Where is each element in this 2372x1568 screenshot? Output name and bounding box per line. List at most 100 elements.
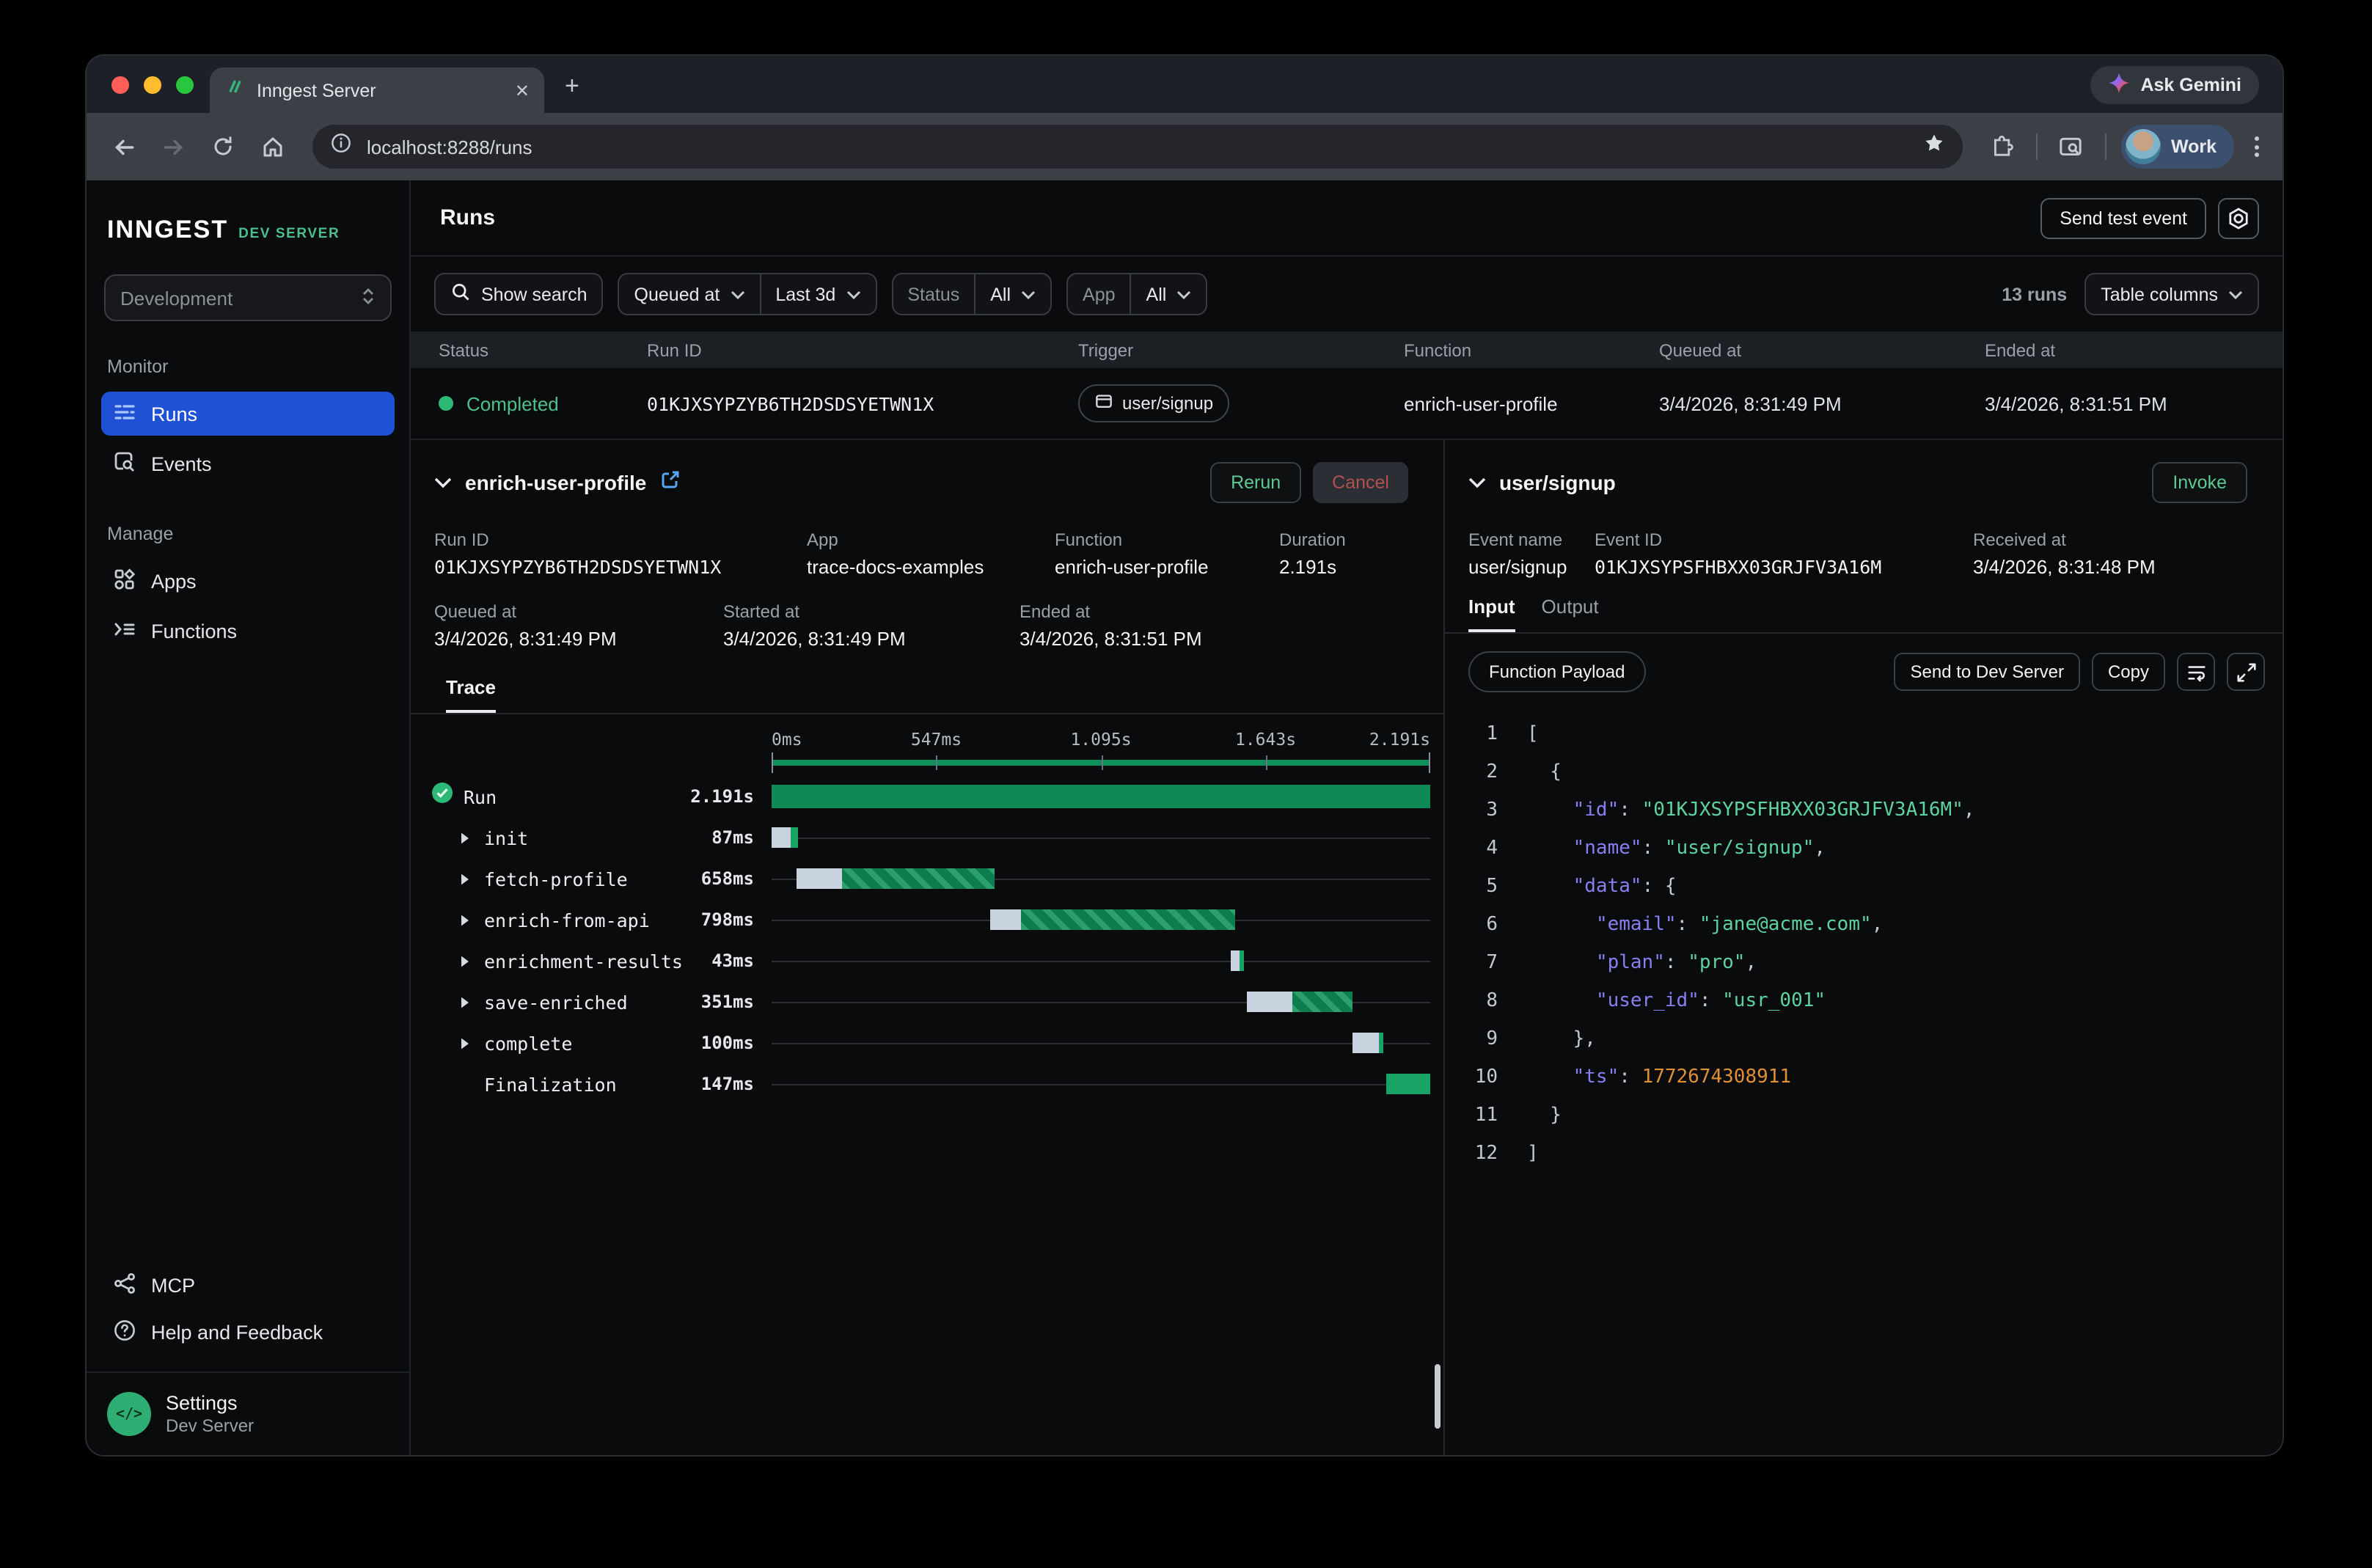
queued-at-label: Queued at (634, 284, 720, 304)
scrollbar-thumb[interactable] (1435, 1364, 1441, 1429)
send-test-event-button[interactable]: Send test event (2040, 197, 2206, 238)
sidebar-item-runs[interactable]: Runs (101, 392, 395, 436)
trigger-pill[interactable]: user/signup (1078, 384, 1229, 422)
url-text[interactable]: localhost:8288/runs (367, 136, 1908, 158)
sidebar-item-label: Apps (151, 570, 197, 592)
time-range-filter-button[interactable]: Last 3d (759, 274, 875, 314)
run-segment (1240, 950, 1244, 971)
home-icon[interactable] (254, 128, 292, 166)
run-segment (1292, 992, 1352, 1012)
trace-row-enrich-from-api[interactable]: enrich-from-api798ms (428, 899, 1430, 940)
code-line: 4 "name": "user/signup", (1445, 830, 2283, 868)
trace-row-enrichment-results[interactable]: enrichment-results43ms (428, 940, 1430, 981)
browser-menu-icon[interactable] (2249, 136, 2265, 157)
new-tab-button[interactable]: + (565, 73, 579, 98)
trace-row-run[interactable]: Run2.191s (428, 776, 1430, 817)
settings-gear-button[interactable] (2218, 197, 2259, 238)
trace-step-duration: 2.191s (690, 786, 772, 807)
reload-icon[interactable] (204, 128, 242, 166)
expand-arrow-icon[interactable] (459, 913, 474, 926)
url-bar[interactable]: localhost:8288/runs (312, 125, 1963, 169)
sidebar: INNGEST DEV SERVER Development Monitor R… (87, 180, 411, 1455)
app-filter: App All (1066, 273, 1207, 315)
trace-bar-track (772, 776, 1430, 817)
expand-arrow-icon[interactable] (459, 1036, 474, 1049)
queue-segment (990, 909, 1020, 930)
tab-output[interactable]: Output (1542, 596, 1599, 632)
chevron-down-icon (2228, 290, 2243, 298)
forward-icon[interactable] (154, 128, 192, 166)
expand-arrow-icon[interactable] (459, 995, 474, 1008)
collapse-chevron-icon[interactable] (1468, 469, 1486, 496)
collapse-chevron-icon[interactable] (434, 469, 452, 496)
queued-at-filter-button[interactable]: Queued at (620, 274, 760, 314)
environment-select[interactable]: Development (104, 274, 392, 321)
line-number: 11 (1445, 1097, 1498, 1135)
sidebar-item-functions[interactable]: Functions (101, 609, 395, 653)
run-segment (1379, 1033, 1383, 1053)
tab-input[interactable]: Input (1468, 596, 1515, 632)
sidebar-item-apps[interactable]: Apps (101, 559, 395, 603)
ended-value: 3/4/2026, 8:31:51 PM (1020, 628, 1443, 650)
sidebar-item-label: Events (151, 453, 212, 475)
app-link[interactable]: trace-docs-examples (807, 556, 1055, 578)
function-link[interactable]: enrich-user-profile (1055, 556, 1279, 578)
show-search-button[interactable]: Show search (434, 273, 604, 315)
sidebar-item-events[interactable]: Events (101, 442, 395, 486)
trace-step-name: enrich-from-api (484, 909, 650, 931)
code-line: 2 { (1445, 754, 2283, 792)
rerun-button[interactable]: Rerun (1210, 462, 1301, 503)
function-payload-pill[interactable]: Function Payload (1468, 651, 1645, 692)
expand-arrow-icon[interactable] (459, 831, 474, 844)
close-window-button[interactable] (111, 76, 129, 94)
status-check-icon (431, 782, 453, 811)
invoke-button[interactable]: Invoke (2152, 462, 2247, 503)
trace-step-duration: 658ms (701, 868, 772, 889)
line-number: 10 (1445, 1059, 1498, 1097)
line-number: 2 (1445, 754, 1498, 792)
events-icon (113, 450, 136, 477)
table-row[interactable]: Completed 01KJXSYPZYB6TH2DSDSYETWN1X use… (411, 368, 2283, 440)
trace-row-fetch-profile[interactable]: fetch-profile658ms (428, 858, 1430, 899)
trace-row-save-enriched[interactable]: save-enriched351ms (428, 981, 1430, 1022)
line-number: 1 (1445, 716, 1498, 754)
app-filter-button[interactable]: All (1130, 274, 1207, 314)
bookmark-star-icon[interactable] (1923, 132, 1945, 161)
send-to-dev-server-button[interactable]: Send to Dev Server (1895, 653, 2080, 691)
cancel-button[interactable]: Cancel (1313, 462, 1408, 503)
extensions-icon[interactable] (1983, 128, 2021, 166)
payload-code-editor[interactable]: 1[2 {3 "id": "01KJXSYPSFHBXX03GRJFV3A16M… (1445, 707, 2283, 1188)
minimize-window-button[interactable] (144, 76, 161, 94)
tab-close-icon[interactable]: ✕ (515, 80, 530, 100)
main-content: Runs Send test event Show search (411, 180, 2283, 1455)
word-wrap-button[interactable] (2177, 653, 2215, 691)
maximize-window-button[interactable] (176, 76, 194, 94)
trace-row-finalization[interactable]: Finalization147ms (428, 1063, 1430, 1104)
copy-button[interactable]: Copy (2092, 653, 2165, 691)
expand-fullscreen-button[interactable] (2227, 653, 2265, 691)
status-filter: Status All (891, 273, 1052, 315)
table-columns-button[interactable]: Table columns (2084, 273, 2259, 315)
ended-label: Ended at (1020, 601, 1443, 622)
sidebar-item-mcp[interactable]: MCP (101, 1263, 395, 1307)
back-icon[interactable] (104, 128, 142, 166)
run-id-cell: 01KJXSYPZYB6TH2DSDSYETWN1X (647, 392, 1078, 414)
tab-trace[interactable]: Trace (446, 676, 496, 713)
ask-gemini-button[interactable]: Ask Gemini (2090, 66, 2259, 104)
trace-row-init[interactable]: init87ms (428, 817, 1430, 858)
site-info-icon[interactable] (330, 132, 352, 161)
expand-arrow-icon[interactable] (459, 954, 474, 967)
external-link-icon[interactable] (659, 469, 680, 497)
tab-search-icon[interactable] (2052, 128, 2090, 166)
expand-arrow-icon[interactable] (459, 872, 474, 885)
browser-tab[interactable]: Inngest Server ✕ (210, 67, 544, 113)
queue-segment (1247, 992, 1292, 1012)
sidebar-item-help[interactable]: Help and Feedback (101, 1310, 395, 1354)
queued-value: 3/4/2026, 8:31:49 PM (434, 628, 723, 650)
profile-button[interactable]: Work (2121, 125, 2234, 169)
trace-step-duration: 87ms (711, 827, 772, 848)
line-number: 8 (1445, 983, 1498, 1021)
sidebar-item-settings[interactable]: </> Settings Dev Server (87, 1371, 409, 1455)
status-filter-button[interactable]: All (974, 274, 1050, 314)
trace-row-complete[interactable]: complete100ms (428, 1022, 1430, 1063)
